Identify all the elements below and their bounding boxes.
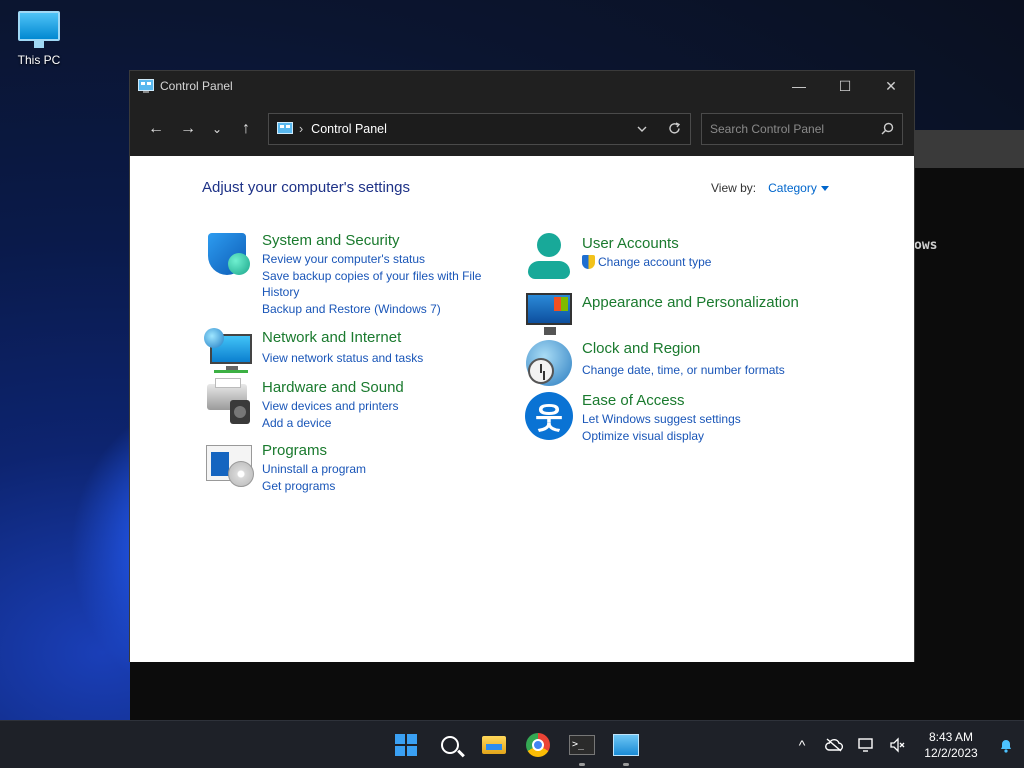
taskbar-apps: >_: [388, 729, 644, 766]
chrome-icon: [526, 733, 550, 757]
background-window-titlebar: [912, 130, 1024, 168]
terminal-button[interactable]: >_: [564, 729, 600, 766]
search-box[interactable]: [701, 112, 903, 145]
category-appearance: Appearance and Personalization: [524, 289, 799, 339]
minimize-button[interactable]: —: [776, 71, 822, 101]
search-icon: [441, 736, 459, 754]
category-heading[interactable]: Clock and Region: [582, 339, 785, 359]
taskbar-search-button[interactable]: [432, 729, 468, 761]
page-title: Adjust your computer's settings: [202, 179, 410, 196]
running-indicator: [623, 763, 629, 766]
background-window-text: ows: [914, 238, 938, 253]
category-heading[interactable]: Programs: [262, 441, 366, 461]
navigation-toolbar: ← → ⌄ ↑ › Control Panel: [130, 101, 914, 156]
category-user-accounts: User Accounts Change account type: [524, 231, 711, 281]
uac-shield-icon: [582, 255, 595, 270]
programs-icon[interactable]: [204, 441, 254, 491]
category-heading[interactable]: Ease of Access: [582, 391, 741, 411]
taskbar: >_ ^ 8:43 AM 12/2/2023: [0, 720, 1024, 768]
terminal-icon: >_: [569, 735, 595, 755]
category-system-security: System and Security Review your computer…: [204, 231, 481, 317]
running-indicator: [579, 763, 585, 766]
file-explorer-button[interactable]: [476, 729, 512, 761]
tray-chevron-icon[interactable]: ^: [786, 737, 818, 753]
network-icon[interactable]: [850, 737, 882, 753]
category-ease-of-access: 웃 Ease of Access Let Windows suggest set…: [524, 391, 741, 444]
caret-down-icon: [820, 185, 829, 191]
onedrive-icon[interactable]: [818, 738, 850, 752]
chrome-button[interactable]: [520, 729, 556, 761]
taskbar-clock[interactable]: 8:43 AM 12/2/2023: [914, 729, 988, 761]
clock-time: 8:43 AM: [928, 730, 974, 744]
network-icon[interactable]: [204, 328, 254, 378]
control-panel-icon: [613, 734, 639, 756]
window-title: Control Panel: [160, 79, 233, 93]
recent-locations-button[interactable]: ⌄: [204, 114, 230, 144]
desktop-icon-label: This PC: [17, 53, 61, 67]
chevron-right-icon: ›: [299, 121, 304, 136]
category-clock-region: Clock and Region Change date, time, or n…: [524, 338, 785, 388]
link-file-history[interactable]: Save backup copies of your files with Fi…: [262, 268, 481, 285]
start-button[interactable]: [388, 729, 424, 761]
category-heading[interactable]: Network and Internet: [262, 328, 423, 348]
close-button[interactable]: ✕: [868, 71, 914, 101]
forward-button[interactable]: →: [172, 114, 204, 144]
title-bar: Control Panel — ☐ ✕: [130, 71, 914, 101]
link-backup-restore[interactable]: Backup and Restore (Windows 7): [262, 301, 481, 318]
search-icon[interactable]: [881, 122, 894, 135]
link-optimize-display[interactable]: Optimize visual display: [582, 428, 741, 445]
link-suggest-settings[interactable]: Let Windows suggest settings: [582, 411, 741, 428]
link-add-device[interactable]: Add a device: [262, 415, 404, 432]
category-hardware-sound: Hardware and Sound View devices and prin…: [204, 378, 404, 431]
monitor-icon: [18, 11, 60, 48]
breadcrumb[interactable]: Control Panel: [311, 122, 387, 136]
search-input[interactable]: [710, 121, 881, 136]
category-network-internet: Network and Internet View network status…: [204, 328, 423, 378]
windows-logo-icon: [395, 734, 417, 756]
clock-icon[interactable]: [524, 338, 574, 388]
link-network-status[interactable]: View network status and tasks: [262, 350, 423, 367]
link-get-programs[interactable]: Get programs: [262, 478, 366, 495]
category-programs: Programs Uninstall a program Get program…: [204, 441, 366, 494]
volume-muted-icon[interactable]: [882, 737, 914, 753]
refresh-icon[interactable]: [658, 122, 690, 135]
chevron-down-icon[interactable]: [626, 126, 658, 132]
clock-date: 12/2/2023: [924, 746, 978, 760]
printer-icon[interactable]: [204, 378, 254, 428]
control-panel-taskbar-button[interactable]: [608, 729, 644, 766]
link-change-account-type[interactable]: Change account type: [582, 254, 711, 271]
link-devices-printers[interactable]: View devices and printers: [262, 398, 404, 415]
system-tray: ^ 8:43 AM 12/2/2023: [786, 721, 1024, 768]
background-window-bottom: [130, 662, 914, 720]
category-heading[interactable]: System and Security: [262, 231, 481, 251]
category-heading[interactable]: Hardware and Sound: [262, 378, 404, 398]
folder-icon: [482, 736, 506, 754]
desktop-icon-this-pc[interactable]: This PC: [8, 8, 70, 67]
view-by-label: View by:: [711, 181, 757, 195]
control-panel-icon: [277, 121, 293, 134]
background-terminal-window[interactable]: ows: [912, 130, 1024, 720]
content-area: Adjust your computer's settings View by:…: [130, 156, 914, 662]
notification-bell-icon[interactable]: [988, 737, 1024, 753]
view-by-dropdown[interactable]: Category: [768, 181, 829, 195]
accessibility-icon[interactable]: 웃: [524, 391, 574, 441]
link-date-time-formats[interactable]: Change date, time, or number formats: [582, 362, 785, 379]
link-uninstall[interactable]: Uninstall a program: [262, 461, 366, 478]
view-by: View by: Category: [711, 181, 829, 195]
user-icon[interactable]: [524, 231, 574, 281]
shield-icon[interactable]: [204, 231, 254, 281]
address-bar[interactable]: › Control Panel: [268, 112, 691, 145]
control-panel-window: Control Panel — ☐ ✕ ← → ⌄ ↑ › Control Pa…: [129, 70, 915, 662]
appearance-icon[interactable]: [524, 289, 574, 339]
control-panel-icon: [138, 79, 154, 93]
maximize-button[interactable]: ☐: [822, 71, 868, 101]
link-file-history-cont[interactable]: History: [262, 284, 481, 301]
link-review-status[interactable]: Review your computer's status: [262, 251, 481, 268]
back-button[interactable]: ←: [140, 114, 172, 144]
category-heading[interactable]: User Accounts: [582, 234, 711, 254]
up-button[interactable]: ↑: [230, 114, 262, 144]
category-heading[interactable]: Appearance and Personalization: [582, 293, 799, 313]
